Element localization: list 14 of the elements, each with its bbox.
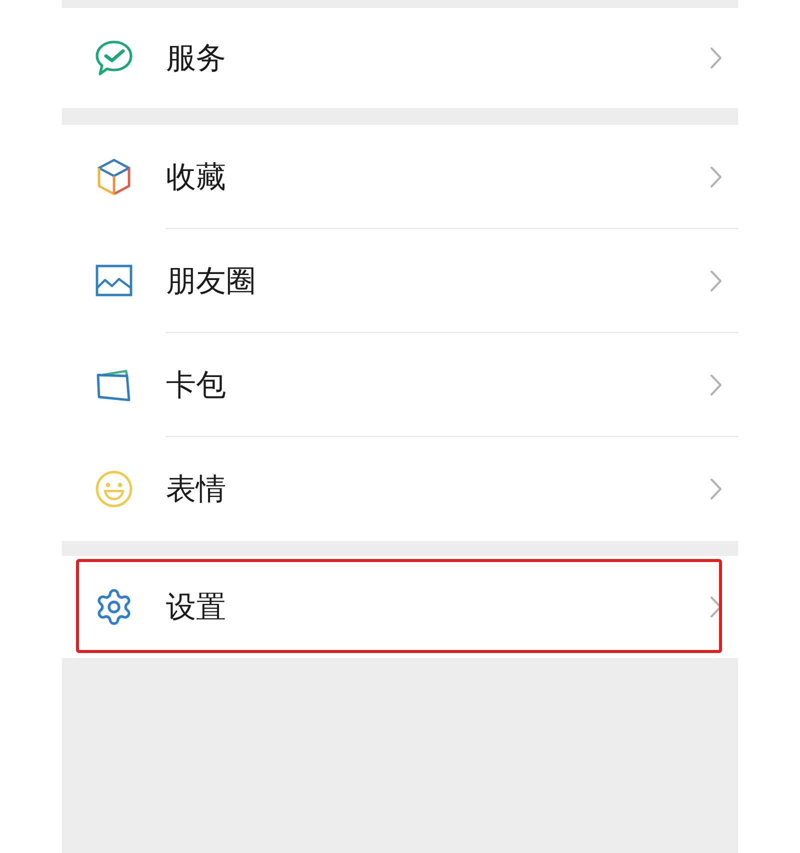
smiley-icon bbox=[94, 469, 134, 509]
menu-item[interactable]: 朋友圈 bbox=[62, 229, 738, 333]
chat-check-icon bbox=[94, 38, 134, 78]
chevron-right-icon bbox=[710, 478, 722, 500]
chevron-right-icon bbox=[710, 374, 722, 396]
chevron-right-icon bbox=[710, 596, 722, 618]
menu-item[interactable]: 设置 bbox=[62, 556, 738, 658]
menu-item[interactable]: 表情 bbox=[62, 437, 738, 541]
chevron-right-icon bbox=[710, 47, 722, 69]
menu-item[interactable]: 服务 bbox=[62, 8, 738, 108]
menu-item[interactable]: 卡包 bbox=[62, 333, 738, 437]
menu-item[interactable]: 收藏 bbox=[62, 125, 738, 229]
chevron-right-icon bbox=[710, 270, 722, 292]
chevron-right-icon bbox=[710, 166, 722, 188]
